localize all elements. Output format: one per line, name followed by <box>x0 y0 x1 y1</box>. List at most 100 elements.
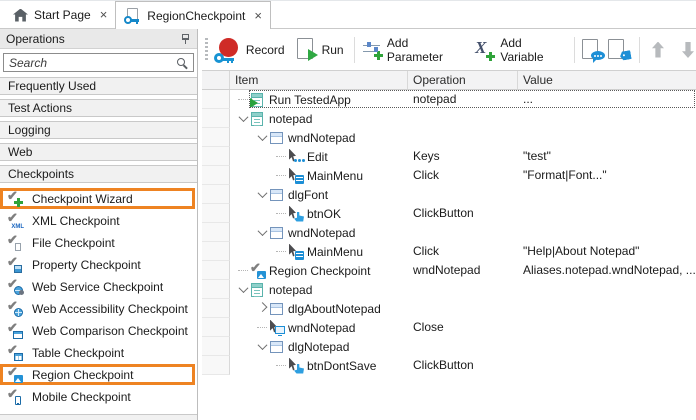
row-gutter[interactable] <box>202 242 230 261</box>
add-comment-button[interactable] <box>581 38 605 62</box>
gutter-header <box>202 71 230 89</box>
add-variable-button[interactable]: Add Variable <box>473 36 566 64</box>
category-label: Checkpoints <box>8 167 74 181</box>
row-item-label: wndNotepad <box>288 321 355 335</box>
sidebar-item-table-checkpoint[interactable]: Table Checkpoint <box>0 342 197 364</box>
sidebar-category-logging[interactable]: Logging <box>0 121 197 139</box>
sidebar-item-checkpoint-wizard[interactable]: Checkpoint Wizard <box>0 188 195 209</box>
sidebar-item-xml-checkpoint[interactable]: XML Checkpoint <box>0 210 197 232</box>
row-item-label: Edit <box>307 150 328 164</box>
row-item-label: Region Checkpoint <box>269 264 370 278</box>
toolbar-grip[interactable] <box>205 38 208 62</box>
file-checkpoint-icon <box>7 235 23 251</box>
sidebar-category-test-actions[interactable]: Test Actions <box>0 99 197 117</box>
row-value <box>518 356 696 375</box>
add-label-button[interactable] <box>607 38 631 62</box>
run-label: Run <box>322 43 344 57</box>
row-gutter[interactable] <box>202 204 230 223</box>
table-row[interactable]: notepad <box>202 109 696 128</box>
row-operation <box>408 299 518 318</box>
sidebar-item-label: Mobile Checkpoint <box>32 390 131 404</box>
arrow-down-icon <box>680 41 696 59</box>
row-value <box>518 109 696 128</box>
pin-icon[interactable] <box>180 33 191 45</box>
close-icon[interactable]: × <box>254 11 262 21</box>
table-row[interactable]: MainMenuClick"Help|About Notepad" <box>202 242 696 261</box>
sidebar-item-mobile-checkpoint[interactable]: Mobile Checkpoint <box>0 386 197 408</box>
tab-region-checkpoint[interactable]: RegionCheckpoint × <box>115 1 271 29</box>
table-row[interactable]: EditKeys"test" <box>202 147 696 166</box>
add-parameter-label: Add Parameter <box>387 36 465 64</box>
row-gutter[interactable] <box>202 318 230 337</box>
table-row[interactable]: dlgFont <box>202 185 696 204</box>
move-up-button[interactable] <box>650 41 666 59</box>
add-variable-icon <box>473 39 496 61</box>
search-input[interactable]: Search <box>3 53 194 72</box>
row-gutter[interactable] <box>202 109 230 128</box>
sidebar-category-web[interactable]: Web <box>0 143 197 161</box>
row-gutter[interactable] <box>202 337 230 356</box>
run-button[interactable]: Run <box>295 37 344 62</box>
expander-closed-icon[interactable] <box>257 302 267 312</box>
row-gutter[interactable] <box>202 299 230 318</box>
row-gutter[interactable] <box>202 185 230 204</box>
row-value: Aliases.notepad.wndNotepad, ... <box>518 261 696 280</box>
sidebar-item-file-checkpoint[interactable]: File Checkpoint <box>0 232 197 254</box>
move-down-button[interactable] <box>680 41 696 59</box>
table-row[interactable]: Region CheckpointwndNotepadAliases.notep… <box>202 261 696 280</box>
table-row[interactable]: wndNotepadClose <box>202 318 696 337</box>
sidebar-item-region-checkpoint[interactable]: Region Checkpoint <box>0 364 195 385</box>
sidebar-item-web-comparison-checkpoint[interactable]: Web Comparison Checkpoint <box>0 320 197 342</box>
table-row[interactable]: btnDontSaveClickButton <box>202 356 696 375</box>
table-row[interactable]: Run TestedAppnotepad... <box>202 90 696 109</box>
column-header-item[interactable]: Item <box>230 71 408 89</box>
sidebar-item-property-checkpoint[interactable]: Property Checkpoint <box>0 254 197 276</box>
row-value <box>518 299 696 318</box>
region-checkpoint-icon <box>7 367 23 383</box>
row-gutter[interactable] <box>202 147 230 166</box>
expander-open-icon[interactable] <box>257 131 267 141</box>
row-value <box>518 128 696 147</box>
sidebar-category-frequently-used[interactable]: Frequently Used <box>0 77 197 95</box>
window-icon <box>269 130 285 146</box>
sidebar-category-checkpoints[interactable]: Checkpoints <box>0 165 197 183</box>
close-icon[interactable]: × <box>100 10 108 20</box>
row-value <box>518 204 696 223</box>
column-header-value[interactable]: Value <box>518 71 696 89</box>
table-row[interactable]: btnOKClickButton <box>202 204 696 223</box>
row-value <box>518 318 696 337</box>
row-gutter[interactable] <box>202 166 230 185</box>
row-gutter[interactable] <box>202 128 230 147</box>
expander-open-icon[interactable] <box>238 283 248 293</box>
expander-open-icon[interactable] <box>257 188 267 198</box>
category-label: Frequently Used <box>8 79 96 93</box>
table-row[interactable]: dlgAboutNotepad <box>202 299 696 318</box>
sidebar-item-web-service-checkpoint[interactable]: Web Service Checkpoint <box>0 276 197 298</box>
row-operation <box>408 109 518 128</box>
table-row[interactable]: notepad <box>202 280 696 299</box>
column-header-operation[interactable]: Operation <box>408 71 518 89</box>
table-row[interactable]: wndNotepad <box>202 223 696 242</box>
sidebar-item-label: Region Checkpoint <box>32 368 133 382</box>
row-value: "Format|Font..." <box>518 166 696 185</box>
row-gutter[interactable] <box>202 261 230 280</box>
expander-open-icon[interactable] <box>238 112 248 122</box>
table-row[interactable]: wndNotepad <box>202 128 696 147</box>
record-button[interactable]: Record <box>213 37 285 63</box>
cursor-button-icon <box>288 358 304 374</box>
row-gutter[interactable] <box>202 356 230 375</box>
add-parameter-button[interactable]: Add Parameter <box>363 36 466 64</box>
table-row[interactable]: MainMenuClick"Format|Font..." <box>202 166 696 185</box>
tab-start-page[interactable]: Start Page × <box>5 2 115 28</box>
row-item-label: dlgNotepad <box>288 340 349 354</box>
table-row[interactable]: dlgNotepad <box>202 337 696 356</box>
row-item-label: dlgFont <box>288 188 328 202</box>
sidebar-item-web-accessibility-checkpoint[interactable]: Web Accessibility Checkpoint <box>0 298 197 320</box>
row-gutter[interactable] <box>202 223 230 242</box>
mobile-checkpoint-icon <box>7 389 23 405</box>
expander-open-icon[interactable] <box>257 340 267 350</box>
expander-open-icon[interactable] <box>257 226 267 236</box>
row-gutter[interactable] <box>202 90 230 109</box>
row-gutter[interactable] <box>202 280 230 299</box>
web-accessibility-checkpoint-icon <box>7 301 23 317</box>
